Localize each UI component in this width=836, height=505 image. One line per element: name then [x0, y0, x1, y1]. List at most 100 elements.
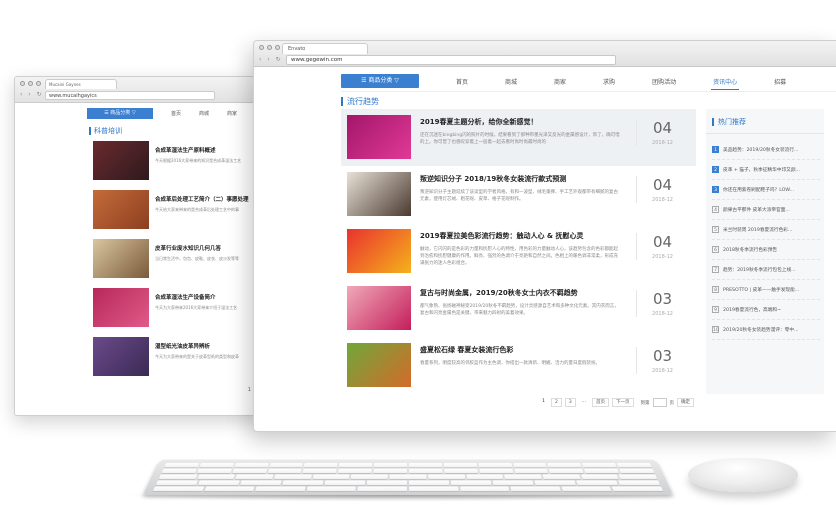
nav-item[interactable]: 求购 [603, 77, 615, 86]
maximize-dot-icon[interactable] [36, 81, 41, 86]
keyboard-key [373, 468, 408, 474]
page-button[interactable]: 2 [551, 398, 562, 407]
nav-arrows-icon[interactable]: ‹ › ↻ [259, 56, 283, 63]
list-item[interactable]: 盛夏松石绿 春夏女装流行色彩 春夏系列，明度较高的邻胶蓝作为主色调，你搭出一款清新… [341, 337, 696, 394]
keyboard-key [619, 468, 655, 474]
page-button[interactable]: 1 [539, 398, 548, 407]
list-item[interactable]: 2019春夏主题分析，给你全新感觉！ 还在沉迷在bingbing闪的照片的时候，结… [341, 109, 696, 166]
maximize-dot-icon[interactable] [275, 45, 280, 50]
list-item[interactable]: 叛逆知识分子 2018/19秋冬女装流行款式预测 叛逆知识分子主题延续了该读型的学… [341, 166, 696, 223]
hot-item-label[interactable]: PRESOTTO | 皮革——触手发现能... [723, 287, 799, 293]
window-controls[interactable] [20, 81, 41, 86]
next-page-button[interactable]: 下一页 [612, 398, 634, 407]
keyboard-key [155, 480, 198, 485]
list-item[interactable]: 合成革湿法生产原料概述 今天根据2016大家带来的知识是合成革湿法工艺 [93, 141, 263, 190]
article-title[interactable]: 皮革行业废水知识几何几答 [155, 244, 239, 252]
minimize-dot-icon[interactable] [28, 81, 33, 86]
hot-item-label[interactable]: 颜果古平那件 皮革大派帝官面... [723, 207, 790, 213]
date-day: 03 [652, 290, 673, 308]
back-main-nav: ☰ 商品分类 ▽ 首页 商城 商家 [87, 107, 263, 119]
confirm-button[interactable]: 确定 [677, 398, 695, 407]
address-bar[interactable]: www.mucaihgayics [45, 91, 215, 100]
hot-item-label[interactable]: 美品趋势：2019/20秋冬女装流行... [723, 147, 799, 153]
hot-list-item[interactable]: 2 皮革 + 猫子，秋季征精华中印又颜... [712, 160, 820, 180]
nav-item[interactable]: 团购活动 [652, 77, 676, 86]
window-controls[interactable] [259, 45, 280, 50]
first-page-button[interactable]: 首页 [592, 398, 610, 407]
back-article-list: 合成革湿法生产原料概述 今天根据2016大家带来的知识是合成革湿法工艺 合成革后处理… [93, 141, 263, 386]
article-thumbnail[interactable] [347, 229, 411, 273]
article-title[interactable]: 盛夏松石绿 春夏女装流行色彩 [420, 345, 620, 355]
article-text: 2019春夏拉美色彩流行趋势：触动人心 & 抚慰心灵 触动，它闪闪的是色彩的力量和… [420, 229, 620, 267]
article-title[interactable]: 复古与时尚金属，2019/20秋冬女士内衣不羁趋势 [420, 288, 620, 298]
page-button[interactable]: 3 [564, 398, 576, 407]
article-title[interactable]: 叛逆知识分子 2018/19秋冬女装流行款式预测 [420, 174, 620, 184]
article-desc: 今天根据2016大家带来的知识是合成革湿法工艺 [155, 158, 242, 163]
list-item[interactable]: 合成革湿法生产设备简介 今天为大家带来2016大家带来介绍于湿法工艺 [93, 288, 263, 337]
nav-item[interactable]: 商家 [227, 110, 237, 117]
list-item[interactable]: 合成革后处理工艺简介（二）事愿处理 今天给大家来带来的是合成革后处理工艺中的事 [93, 190, 263, 239]
article-title[interactable]: 合成革后处理工艺简介（二）事愿处理 [155, 195, 249, 203]
hot-list-item[interactable]: 6 2018秋冬季流行色彩预告 [712, 240, 820, 260]
browser-tab[interactable]: Envato [282, 43, 368, 54]
article-thumbnail[interactable] [347, 343, 411, 387]
article-text: 合成革湿法生产原料概述 今天根据2016大家带来的知识是合成革湿法工艺 [155, 141, 241, 190]
section-title: 流行趋势 [341, 97, 379, 106]
hot-list-item[interactable]: 8 PRESOTTO | 皮革——触手发现能... [712, 280, 820, 300]
nav-item[interactable]: 商城 [505, 77, 517, 86]
hot-list-item[interactable]: 5 米兰时装周 2019春夏流行色彩... [712, 220, 820, 240]
article-title[interactable]: 合成革湿法生产原料概述 [155, 146, 241, 154]
hot-item-label[interactable]: 2018秋冬季流行色彩预告 [723, 247, 777, 253]
hot-item-label[interactable]: 2019春夏流行色，高端和~ [723, 307, 781, 313]
article-title[interactable]: 2019春夏主题分析，给你全新感觉！ [420, 117, 620, 127]
page-number[interactable]: 1 [248, 387, 251, 393]
hot-list-item[interactable]: 10 2019/20秋冬女装趋势漫评：零中... [712, 320, 820, 340]
article-thumbnail[interactable] [93, 239, 149, 278]
nav-item[interactable]: 招募 [774, 77, 786, 86]
hot-list-item[interactable]: 4 颜果古平那件 皮革大派帝官面... [712, 200, 820, 220]
address-bar[interactable]: www.gegewin.com [286, 55, 616, 65]
minimize-dot-icon[interactable] [267, 45, 272, 50]
list-item[interactable]: 湿型纸光油皮革异辨析 今天为大家带来的是关于皮革型纸的类型和皮革 [93, 337, 263, 386]
article-thumbnail[interactable] [93, 337, 149, 376]
nav-item[interactable]: 首页 [456, 77, 468, 86]
article-thumbnail[interactable] [93, 190, 149, 229]
list-item[interactable]: 2019春夏拉美色彩流行趋势：触动人心 & 抚慰心灵 触动，它闪闪的是色彩的力量和… [341, 223, 696, 280]
keyboard-key [443, 463, 477, 468]
keyboard-key [542, 474, 581, 479]
keyboard-key [351, 474, 388, 479]
browser-tab[interactable]: Mucaini Gaynes [45, 79, 117, 89]
hot-item-label[interactable]: 2019/20秋冬女装趋势漫评：零中... [723, 327, 799, 333]
article-thumbnail[interactable] [347, 286, 411, 330]
hot-list-item[interactable]: 3 你还在用紫卷刷配鞋子吗？LOW... [712, 180, 820, 200]
nav-arrows-icon[interactable]: ‹ › ↻ [20, 91, 44, 98]
article-thumbnail[interactable] [347, 115, 411, 159]
article-title[interactable]: 湿型纸光油皮革异辨析 [155, 342, 239, 350]
nav-item[interactable]: 首页 [171, 110, 181, 117]
hot-item-label[interactable]: 米兰时装周 2019春夏流行色彩... [723, 227, 792, 233]
hot-item-label[interactable]: 皮革 + 猫子，秋季征精华中印又颜... [723, 167, 800, 173]
hot-list-item[interactable]: 1 美品趋势：2019/20秋冬女装流行... [712, 140, 820, 160]
article-thumbnail[interactable] [347, 172, 411, 216]
category-button[interactable]: ☰ 商品分类 ▽ [87, 107, 153, 119]
close-dot-icon[interactable] [259, 45, 264, 50]
nav-item[interactable]: 商家 [554, 77, 566, 86]
hot-item-label[interactable]: 你还在用紫卷刷配鞋子吗？LOW... [723, 187, 794, 193]
nav-item[interactable]: 商城 [199, 110, 209, 117]
hot-list-item[interactable]: 9 2019春夏流行色，高端和~ [712, 300, 820, 320]
hot-list: 1 美品趋势：2019/20秋冬女装流行... 2 皮革 + 猫子，秋季征精华中印又颜… [706, 140, 824, 340]
page-jump-input[interactable] [652, 398, 667, 407]
category-button[interactable]: ☰ 商品分类 ▽ [341, 74, 419, 88]
list-item[interactable]: 皮革行业废水知识几何几答 当日常生活中，包包、皮鞋、皮衣、皮沙发等等 [93, 239, 263, 288]
close-dot-icon[interactable] [20, 81, 25, 86]
keyboard-key [584, 468, 620, 474]
article-title[interactable]: 2019春夏拉美色彩流行趋势：触动人心 & 抚慰心灵 [420, 231, 620, 241]
article-thumbnail[interactable] [93, 141, 149, 180]
hot-list-item[interactable]: 7 趋势：2019秋冬季流行包包上线... [712, 260, 820, 280]
nav-item[interactable]: 资讯中心 [711, 77, 740, 90]
list-item[interactable]: 复古与时尚金属，2019/20秋冬女士内衣不羁趋势 都气象熟、张扬磁神秘受2019… [341, 280, 696, 337]
mouse-image [688, 458, 798, 492]
article-thumbnail[interactable] [93, 288, 149, 327]
article-title[interactable]: 合成革湿法生产设备简介 [155, 293, 237, 301]
hot-item-label[interactable]: 趋势：2019秋冬季流行包包上线... [723, 267, 796, 273]
